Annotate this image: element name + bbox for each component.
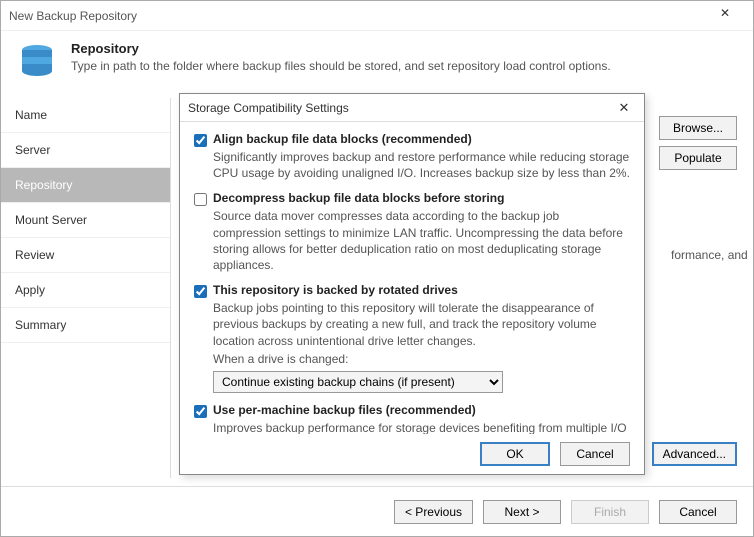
option-rotated-drives: This repository is backed by rotated dri…: [194, 283, 630, 393]
window-title: New Backup Repository: [9, 9, 705, 23]
next-button[interactable]: Next >: [483, 500, 561, 524]
dialog-cancel-button[interactable]: Cancel: [560, 442, 630, 466]
dialog-close-icon[interactable]: ✕: [612, 100, 636, 116]
decompress-desc: Source data mover compresses data accord…: [213, 208, 630, 273]
sidebar-item-summary[interactable]: Summary: [1, 308, 170, 343]
wizard-footer: < Previous Next > Finish Cancel: [1, 486, 753, 536]
sidebar-item-repository[interactable]: Repository: [1, 168, 170, 203]
dialog-ok-button[interactable]: OK: [480, 442, 550, 466]
sidebar-item-review[interactable]: Review: [1, 238, 170, 273]
sidebar-item-server[interactable]: Server: [1, 133, 170, 168]
window-close-icon[interactable]: ✕: [705, 6, 745, 26]
align-blocks-checkbox[interactable]: [194, 134, 207, 147]
dialog-titlebar: Storage Compatibility Settings ✕: [180, 94, 644, 122]
align-blocks-label: Align backup file data blocks (recommend…: [213, 132, 472, 146]
repository-icon: [17, 41, 57, 84]
sidebar: Name Server Repository Mount Server Revi…: [1, 98, 171, 478]
previous-button[interactable]: < Previous: [394, 500, 473, 524]
dialog-body: Align backup file data blocks (recommend…: [180, 122, 644, 434]
rotated-drives-desc: Backup jobs pointing to this repository …: [213, 300, 630, 349]
obscured-text: formance, and: [671, 248, 748, 262]
drive-changed-select[interactable]: Continue existing backup chains (if pres…: [213, 371, 503, 393]
decompress-label: Decompress backup file data blocks befor…: [213, 191, 504, 205]
window-titlebar: New Backup Repository ✕: [1, 1, 753, 31]
dialog-title: Storage Compatibility Settings: [188, 101, 612, 115]
cancel-button[interactable]: Cancel: [659, 500, 737, 524]
advanced-button[interactable]: Advanced...: [652, 442, 737, 466]
option-per-machine: Use per-machine backup files (recommende…: [194, 403, 630, 434]
sidebar-item-name[interactable]: Name: [1, 98, 170, 133]
header-subtitle: Type in path to the folder where backup …: [71, 59, 611, 73]
dialog-footer: OK Cancel: [180, 434, 644, 474]
header: Repository Type in path to the folder wh…: [1, 31, 753, 98]
finish-button: Finish: [571, 500, 649, 524]
sidebar-item-apply[interactable]: Apply: [1, 273, 170, 308]
rotated-drives-label: This repository is backed by rotated dri…: [213, 283, 458, 297]
decompress-checkbox[interactable]: [194, 193, 207, 206]
storage-compatibility-dialog: Storage Compatibility Settings ✕ Align b…: [179, 93, 645, 475]
option-decompress: Decompress backup file data blocks befor…: [194, 191, 630, 273]
rotated-drives-checkbox[interactable]: [194, 285, 207, 298]
populate-button[interactable]: Populate: [659, 146, 737, 170]
per-machine-label: Use per-machine backup files (recommende…: [213, 403, 476, 417]
rotated-drives-extra: When a drive is changed:: [213, 351, 630, 367]
browse-button[interactable]: Browse...: [659, 116, 737, 140]
header-title: Repository: [71, 41, 611, 56]
per-machine-checkbox[interactable]: [194, 405, 207, 418]
per-machine-desc: Improves backup performance for storage …: [213, 420, 630, 434]
sidebar-item-mount-server[interactable]: Mount Server: [1, 203, 170, 238]
align-blocks-desc: Significantly improves backup and restor…: [213, 149, 630, 181]
option-align-blocks: Align backup file data blocks (recommend…: [194, 132, 630, 181]
